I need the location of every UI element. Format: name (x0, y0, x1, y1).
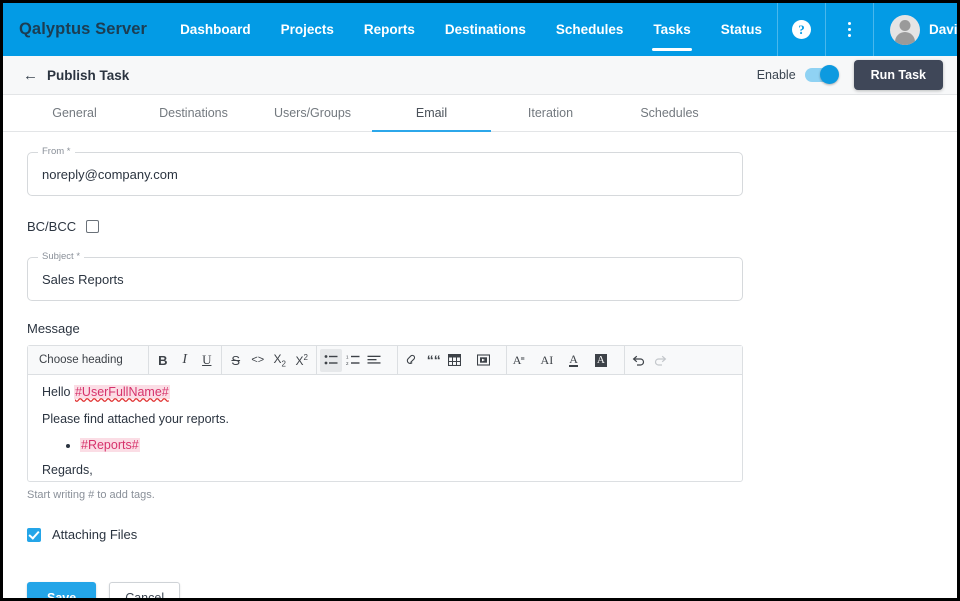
nav-item-reports[interactable]: Reports (349, 3, 430, 56)
bcbcc-checkbox[interactable] (86, 220, 100, 233)
tab-email[interactable]: Email (372, 95, 491, 132)
message-line-2: Please find attached your reports. (42, 411, 229, 426)
nav-right-group: ? David (776, 3, 957, 56)
font-size-icon[interactable]: AI (538, 349, 567, 372)
user-menu[interactable]: David (872, 3, 957, 56)
text-format-group: S <> X2 X2 (225, 346, 313, 374)
user-name: David (928, 22, 957, 37)
link-icon[interactable] (401, 349, 423, 372)
superscript-icon[interactable]: X2 (291, 349, 313, 372)
blockquote-icon[interactable]: ““ (423, 349, 445, 372)
message-line-4: Regards, (42, 463, 93, 478)
cancel-button[interactable]: Cancel (109, 582, 181, 598)
nav-item-status[interactable]: Status (706, 3, 777, 56)
tab-users-groups[interactable]: Users/Groups (253, 95, 372, 131)
subscript-icon[interactable]: X2 (269, 349, 291, 372)
text-style-group: B I U (152, 346, 218, 374)
form-actions: Save Cancel (27, 582, 957, 598)
attaching-files-checkbox[interactable] (27, 527, 41, 542)
avatar (889, 14, 920, 45)
from-field-wrapper: From * (27, 146, 743, 196)
editor-toolbar: Choose heading B I U S <> X2 X2 1 2 ““ A… (28, 345, 742, 375)
underline-icon[interactable]: U (196, 349, 218, 372)
nav-item-schedules[interactable]: Schedules (541, 3, 639, 56)
nav-item-dashboard[interactable]: Dashboard (165, 3, 266, 56)
subject-field-wrapper: Subject * (27, 251, 743, 301)
tag-userfullname: #UserFullName# (73, 385, 170, 399)
enable-toggle-group: Enable (756, 65, 839, 84)
bcbcc-label: BC/BCC (27, 219, 77, 234)
bulleted-list-icon[interactable] (319, 348, 342, 372)
attaching-files-row: Attaching Files (27, 527, 957, 542)
toolbar-divider (505, 345, 507, 375)
strikethrough-icon[interactable]: S (225, 349, 247, 372)
numbered-list-icon[interactable]: 12 (342, 349, 364, 372)
message-line-1: Hello #UserFullName# (42, 385, 728, 401)
bold-icon[interactable]: B (152, 349, 174, 372)
svg-text:1: 1 (346, 355, 349, 360)
align-icon[interactable] (364, 349, 394, 372)
nav-item-projects[interactable]: Projects (266, 3, 349, 56)
heading-dropdown[interactable]: Choose heading (31, 349, 145, 372)
nav-item-tasks[interactable]: Tasks (638, 3, 705, 56)
svg-text:2: 2 (346, 361, 349, 366)
redo-icon[interactable] (650, 349, 672, 372)
tab-iteration[interactable]: Iteration (491, 95, 610, 131)
toolbar-divider (396, 345, 398, 375)
font-family-icon[interactable]: A ≡ (510, 349, 538, 372)
task-tabs: General Destinations Users/Groups Email … (3, 95, 957, 132)
arrow-left-icon: ← (23, 66, 38, 84)
media-icon[interactable] (474, 349, 503, 372)
page-title: Publish Task (47, 67, 130, 83)
attaching-files-label: Attaching Files (52, 527, 138, 542)
undo-icon[interactable] (628, 349, 650, 372)
from-input[interactable] (28, 153, 742, 195)
more-options-button[interactable] (824, 3, 873, 56)
tab-general[interactable]: General (15, 95, 134, 131)
subject-input[interactable] (28, 258, 742, 300)
save-button[interactable]: Save (27, 582, 97, 598)
tags-hint: Start writing # to add tags. (27, 489, 155, 501)
tag-reports: #Reports# (80, 438, 140, 453)
message-bullet-list: #Reports# (42, 438, 728, 453)
tab-destinations[interactable]: Destinations (134, 95, 253, 131)
toolbar-divider (220, 345, 222, 375)
tab-schedules[interactable]: Schedules (610, 95, 729, 131)
help-circle-icon: ? (791, 20, 811, 39)
italic-icon[interactable]: I (174, 349, 196, 372)
toolbar-divider (315, 345, 317, 375)
toolbar-divider (147, 345, 149, 375)
run-task-button[interactable]: Run Task (853, 60, 943, 90)
highlight-color-icon[interactable]: A (592, 349, 621, 372)
nav-item-destinations[interactable]: Destinations (430, 3, 541, 56)
help-button[interactable]: ? (776, 3, 825, 56)
message-editor-body[interactable]: Hello #UserFullName# Please find attache… (28, 375, 742, 481)
message-editor: Choose heading B I U S <> X2 X2 1 2 ““ A… (27, 345, 743, 482)
more-vertical-icon (847, 21, 852, 38)
enable-toggle[interactable] (804, 65, 839, 84)
toolbar-divider (623, 345, 625, 375)
main-nav-items: Dashboard Projects Reports Destinations … (165, 3, 777, 56)
code-icon[interactable]: <> (247, 349, 269, 372)
brand-title: Qalyptus Server (19, 20, 148, 38)
table-icon[interactable] (445, 349, 474, 372)
email-tab-content: From * BC/BCC Subject * Message Choose h… (3, 132, 957, 598)
page-subheader: ← Publish Task Enable Run Task (3, 56, 957, 95)
list-item: #Reports# (80, 438, 728, 453)
heading-dropdown-label: Choose heading (39, 354, 123, 366)
top-navigation-bar: Qalyptus Server Dashboard Projects Repor… (3, 3, 957, 56)
message-line-1-text: Hello (42, 385, 74, 399)
insert-group: ““ (401, 346, 503, 374)
history-group (628, 346, 672, 374)
font-group: A ≡ AI A A (510, 346, 621, 374)
application-window: Qalyptus Server Dashboard Projects Repor… (3, 3, 957, 598)
message-label: Message (27, 321, 80, 336)
font-color-icon[interactable]: A (566, 349, 592, 372)
back-to-tasks-link[interactable]: ← Publish Task (23, 68, 129, 83)
bcbcc-row: BC/BCC (27, 219, 957, 234)
list-group: 12 (319, 346, 394, 374)
enable-label: Enable (756, 68, 796, 82)
